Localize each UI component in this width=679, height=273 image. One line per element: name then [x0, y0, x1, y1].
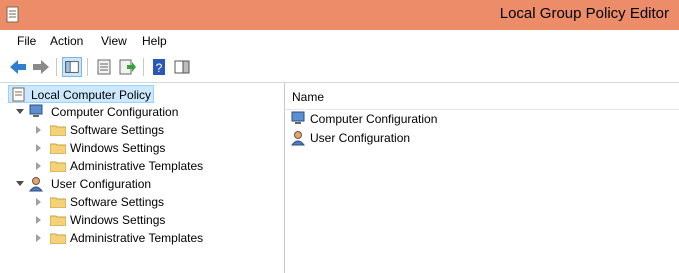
tree-item-windows-settings[interactable]: Windows Settings [36, 139, 276, 157]
computer-icon [29, 104, 43, 117]
chevron-right-icon[interactable] [36, 126, 41, 134]
tree-item-label: Windows Settings [70, 141, 166, 155]
menu-bar: File Action View Help [0, 30, 679, 52]
chevron-right-icon[interactable] [36, 216, 41, 224]
title-bar: Local Group Policy Editor [0, 0, 679, 30]
folder-icon [50, 233, 66, 244]
tree-item-label: Software Settings [70, 123, 165, 137]
tree-item-software-settings[interactable]: Software Settings [36, 193, 276, 211]
tree-item-label: Administrative Templates [70, 231, 204, 245]
chevron-right-icon[interactable] [36, 162, 41, 170]
chevron-right-icon[interactable] [36, 198, 41, 206]
computer-icon [291, 111, 305, 124]
details-pane[interactable]: Name Computer Configuration User Configu… [285, 83, 679, 273]
chevron-down-icon[interactable] [16, 181, 24, 186]
folder-icon [50, 215, 66, 226]
list-item-label: User Configuration [310, 131, 411, 145]
menu-action[interactable]: Action [50, 34, 83, 48]
toolbar-separator [143, 58, 144, 76]
chevron-down-icon[interactable] [16, 109, 24, 114]
folder-icon [50, 125, 66, 136]
tree-item-label: Software Settings [70, 195, 165, 209]
policy-scroll-icon [12, 87, 25, 102]
user-icon [29, 177, 44, 192]
tree-item-administrative-templates[interactable]: Administrative Templates [36, 157, 276, 175]
tree-item-label: Computer Configuration [51, 105, 179, 119]
chevron-right-icon[interactable] [36, 144, 41, 152]
menu-file[interactable]: File [17, 34, 36, 48]
show-action-pane-icon[interactable] [172, 57, 192, 77]
list-item-label: Computer Configuration [310, 112, 438, 126]
tree-item-windows-settings[interactable]: Windows Settings [36, 211, 276, 229]
back-icon[interactable] [8, 57, 28, 77]
tree-item-label: User Configuration [51, 177, 152, 191]
column-header-name[interactable]: Name [285, 83, 679, 110]
window-title: Local Group Policy Editor [499, 5, 669, 22]
folder-icon [50, 143, 66, 154]
forward-icon[interactable] [31, 57, 51, 77]
list-item-user-configuration[interactable]: User Configuration [291, 129, 671, 147]
svg-text:?: ? [156, 61, 163, 75]
show-hide-console-tree-icon[interactable] [62, 57, 82, 77]
tree-item-label: Windows Settings [70, 213, 166, 227]
tree-item-administrative-templates[interactable]: Administrative Templates [36, 229, 276, 247]
list-item-computer-configuration[interactable]: Computer Configuration [291, 110, 671, 128]
toolbar: ? [0, 52, 679, 83]
chevron-right-icon[interactable] [36, 234, 41, 242]
tree-item-software-settings[interactable]: Software Settings [36, 121, 276, 139]
toolbar-separator [56, 58, 57, 76]
tree-item-label: Administrative Templates [70, 159, 204, 173]
tree-item-user-configuration[interactable]: User Configuration [16, 175, 276, 193]
folder-icon [50, 197, 66, 208]
tree-root-label: Local Computer Policy [31, 88, 152, 102]
policy-scroll-icon[interactable] [6, 6, 20, 23]
properties-icon[interactable] [94, 57, 114, 77]
column-header-label: Name [292, 90, 325, 104]
tree-item-computer-configuration[interactable]: Computer Configuration [16, 103, 276, 121]
console-tree[interactable]: Local Computer Policy Computer Configura… [0, 83, 285, 273]
menu-view[interactable]: View [101, 34, 127, 48]
toolbar-separator [87, 58, 88, 76]
help-icon[interactable]: ? [149, 57, 169, 77]
menu-help[interactable]: Help [142, 34, 167, 48]
user-icon [291, 131, 306, 146]
export-list-icon[interactable] [117, 57, 137, 77]
folder-icon [50, 161, 66, 172]
tree-root-local-computer-policy[interactable]: Local Computer Policy [8, 85, 154, 103]
